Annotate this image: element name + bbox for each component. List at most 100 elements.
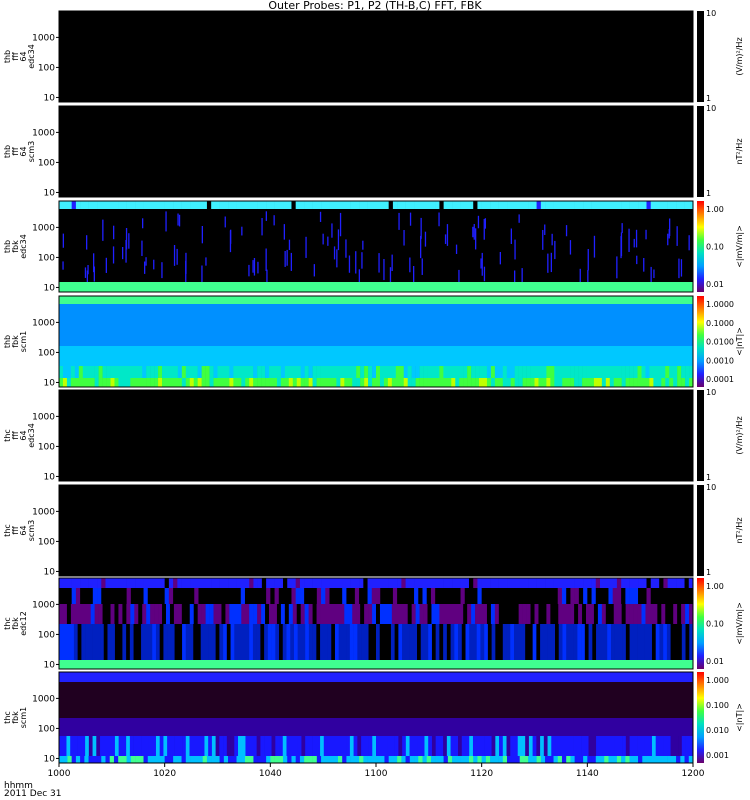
spectrogram-cell	[150, 366, 155, 378]
spectrogram-cell	[447, 604, 452, 624]
spectrogram-cell	[173, 578, 178, 588]
spectrogram-cell	[333, 246, 336, 260]
spectrogram-cell	[515, 578, 521, 588]
spectrogram-cell	[514, 366, 519, 378]
spectrogram-cell	[82, 378, 88, 387]
spectrogram-cell	[407, 378, 412, 387]
spectrogram-cell	[346, 578, 351, 588]
spectrogram-cell	[427, 378, 432, 387]
spectrogram-cell	[460, 588, 466, 604]
spectrogram-cell	[249, 366, 254, 378]
spectrogram-cell	[185, 366, 191, 378]
spectrogram-cell	[94, 604, 99, 624]
spectrogram-cell	[333, 201, 339, 209]
spectrogram-cell	[105, 201, 111, 209]
spectrogram-cell	[540, 578, 546, 588]
spectrogram-cell	[170, 736, 175, 756]
spectrogram-cell	[325, 756, 330, 763]
spectrogram-cell	[506, 604, 512, 624]
spectrogram-cell	[333, 578, 339, 588]
spectrogram-cell	[405, 201, 411, 209]
spectrogram-cell	[62, 624, 67, 660]
spectrogram-cell	[308, 756, 313, 763]
colorbar-tick-label: 10	[706, 388, 716, 397]
spectrogram-cell	[415, 366, 420, 378]
spectrogram-cell	[600, 588, 605, 604]
colorbar-label: <|nT|>	[735, 703, 744, 732]
spectrogram-cell	[439, 366, 444, 378]
spectrogram-cell	[234, 736, 239, 756]
spectrogram-cell	[443, 604, 448, 624]
spectrogram-cell	[190, 756, 195, 763]
spectrogram-cell	[336, 249, 338, 268]
spectrogram-cell	[526, 378, 531, 387]
spectrogram-cell	[401, 756, 406, 763]
spectrogram-cell	[316, 366, 321, 378]
spectrogram-cell	[221, 604, 226, 624]
spectrogram-cell	[424, 231, 427, 247]
spectrogram-cell	[475, 366, 480, 378]
spectrogram-cell	[667, 588, 673, 604]
spectrogram-cell	[329, 201, 335, 209]
spectrogram-cell	[540, 624, 545, 660]
y-tick-label: 10	[44, 378, 56, 388]
spectrogram-cell	[338, 736, 343, 756]
spectrogram-cell	[233, 604, 238, 624]
spectrogram-cell	[411, 604, 416, 624]
spectrogram-cell	[498, 201, 504, 209]
spectrogram-cell	[518, 378, 523, 387]
spectrogram-cell	[106, 378, 111, 387]
spectrogram-cell	[515, 201, 521, 209]
spectrogram-cell	[607, 624, 612, 660]
spectrogram-cell	[329, 578, 335, 588]
spectrogram-cell	[667, 201, 673, 209]
spectrogram-cell	[376, 201, 381, 209]
spectrogram-cell	[688, 235, 690, 251]
spectrogram-cell	[383, 736, 388, 756]
spectrogram-cell	[443, 588, 449, 604]
spectrogram-cell	[114, 604, 119, 624]
spectrogram-cell	[383, 378, 389, 387]
spectrogram-cell	[316, 588, 322, 604]
spectrogram-cell	[245, 604, 250, 624]
spectrogram-cell	[334, 624, 340, 660]
spectrogram-cell	[544, 224, 546, 235]
spectrogram-cell	[261, 604, 266, 624]
spectrogram-cell	[359, 201, 364, 209]
spectrogram-cell	[173, 245, 176, 266]
spectrogram-cell	[574, 604, 579, 624]
colorbar-label: (V/m)²/Hz	[735, 37, 744, 75]
spectrogram-cell	[455, 604, 460, 624]
spectrogram-cell	[80, 578, 85, 588]
colorbar	[697, 485, 704, 576]
spectrogram-cell	[480, 736, 485, 756]
spectrogram-cell	[265, 378, 270, 387]
spectrogram-cell	[293, 736, 298, 756]
spectrogram-cell	[418, 756, 423, 763]
spectrogram-cell	[530, 366, 535, 378]
spectrogram-cell	[399, 604, 405, 624]
spectrogram-cell	[286, 736, 291, 756]
spectrogram-cell	[499, 624, 504, 660]
spectrogram-cell	[490, 201, 495, 209]
spectrogram-cell	[337, 578, 343, 588]
spectrogram-cell	[600, 756, 605, 763]
spectrogram-cell	[237, 604, 242, 624]
spectrogram-cell	[678, 624, 683, 660]
spectrogram-cell	[301, 736, 306, 756]
spectrogram-cell	[638, 588, 643, 604]
spectrogram-cell	[59, 378, 64, 387]
spectrogram-cell	[558, 624, 563, 660]
spectrogram-cell	[103, 736, 108, 756]
spectrogram-cell	[267, 736, 272, 756]
spectrogram-cell	[597, 366, 603, 378]
spectrogram-cell	[223, 578, 229, 588]
spectrogram-cell	[550, 378, 555, 387]
spectrogram-cell	[80, 201, 85, 209]
spectrogram-cell	[659, 736, 664, 756]
spectrogram-cell	[667, 578, 673, 588]
spectrogram-cell	[680, 578, 685, 588]
spectrogram-cell	[290, 736, 295, 756]
spectrogram-cell	[177, 588, 182, 604]
colorbar-label: nT²/Hz	[735, 138, 744, 164]
